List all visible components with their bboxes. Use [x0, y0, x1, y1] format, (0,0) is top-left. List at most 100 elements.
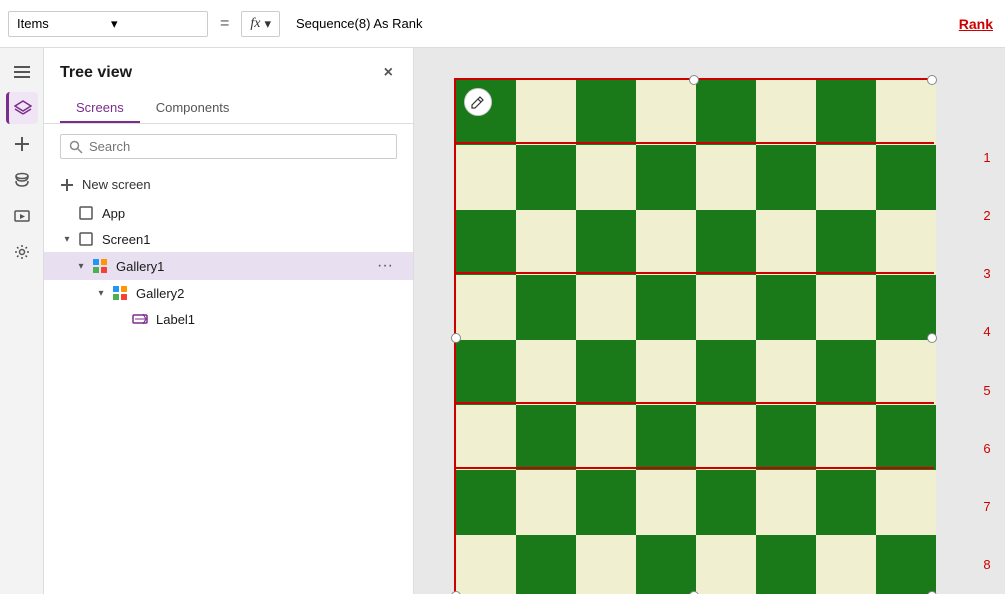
cell-2-5	[756, 210, 816, 275]
row-border-3	[454, 272, 934, 274]
cell-2-3	[636, 210, 696, 275]
tree-close-button[interactable]: ×	[380, 60, 397, 86]
cell-1-2	[576, 145, 636, 210]
cell-3-2	[576, 275, 636, 340]
cell-1-0	[456, 145, 516, 210]
gallery2-label: Gallery2	[136, 286, 397, 301]
add-button[interactable]	[6, 128, 38, 160]
gallery2-icon	[112, 285, 128, 301]
settings-button[interactable]	[6, 236, 38, 268]
cell-1-5	[756, 145, 816, 210]
toolbar: Items ▾ = fx ▾ Sequence(8) As Rank Rank	[0, 0, 1005, 48]
cell-5-0	[456, 405, 516, 470]
cell-6-0	[456, 470, 516, 535]
screen1-label: Screen1	[102, 232, 397, 247]
icon-bar	[0, 48, 44, 594]
cell-2-2	[576, 210, 636, 275]
handle-top-center[interactable]	[689, 75, 699, 85]
rank-column: 12345678	[969, 48, 1005, 594]
cell-7-0	[456, 535, 516, 594]
cell-7-5	[756, 535, 816, 594]
cell-7-3	[636, 535, 696, 594]
outer-gallery-border	[454, 78, 934, 594]
handle-top-right[interactable]	[927, 75, 937, 85]
cell-5-4	[696, 405, 756, 470]
chevron-down-icon: ▾	[111, 16, 199, 32]
edit-icon-button[interactable]	[464, 88, 492, 116]
cell-6-4	[696, 470, 756, 535]
rank-number-7: 7	[969, 478, 1005, 536]
cell-1-6	[816, 145, 876, 210]
hamburger-menu-button[interactable]	[6, 56, 38, 88]
cell-3-0	[456, 275, 516, 340]
plus-icon	[14, 136, 30, 152]
handle-mid-right[interactable]	[927, 333, 937, 343]
rank-number-2: 2	[969, 186, 1005, 244]
layers-icon	[14, 99, 32, 117]
media-icon	[14, 208, 30, 224]
screen1-chevron-icon: ▾	[60, 234, 74, 245]
tree-item-screen1[interactable]: ▾ Screen1	[44, 226, 413, 252]
screen-icon	[78, 231, 94, 247]
equals-symbol: =	[216, 15, 233, 33]
checkerboard-wrapper	[454, 78, 934, 594]
tree-item-label1[interactable]: Label1	[44, 306, 413, 332]
tree-tabs: Screens Components	[44, 94, 413, 124]
cell-1-1	[516, 145, 576, 210]
tree-items: App ▾ Screen1 ▾ Gallery1	[44, 200, 413, 594]
tab-components[interactable]: Components	[140, 94, 246, 123]
rank-number-3: 3	[969, 245, 1005, 303]
new-screen-button[interactable]: New screen	[44, 169, 413, 200]
cell-1-3	[636, 145, 696, 210]
cell-3-4	[696, 275, 756, 340]
cell-4-7	[876, 340, 936, 405]
cell-4-2	[576, 340, 636, 405]
cell-6-3	[636, 470, 696, 535]
cell-6-6	[816, 470, 876, 535]
media-button[interactable]	[6, 200, 38, 232]
handle-mid-left[interactable]	[451, 333, 461, 343]
gallery2-chevron-icon: ▾	[94, 288, 108, 299]
cell-4-5	[756, 340, 816, 405]
fx-icon: fx	[250, 16, 260, 32]
rank-top-label: Rank	[959, 16, 997, 32]
cell-2-0	[456, 210, 516, 275]
search-input[interactable]	[89, 139, 388, 154]
rank-number-8: 8	[969, 536, 1005, 594]
items-dropdown-label: Items	[17, 16, 105, 31]
cell-3-6	[816, 275, 876, 340]
items-dropdown[interactable]: Items ▾	[8, 11, 208, 37]
rank-number-6: 6	[969, 419, 1005, 477]
tree-title: Tree view	[60, 64, 380, 82]
cell-7-4	[696, 535, 756, 594]
tree-item-gallery1[interactable]: ▾ Gallery1 ···	[44, 252, 413, 280]
app-icon	[78, 205, 94, 221]
cell-0-7	[876, 80, 936, 145]
gallery1-icon	[92, 258, 108, 274]
gallery1-chevron-icon: ▾	[74, 261, 88, 272]
cell-1-4	[696, 145, 756, 210]
cell-6-2	[576, 470, 636, 535]
cell-5-7	[876, 405, 936, 470]
cell-3-3	[636, 275, 696, 340]
row-border-5	[454, 402, 934, 404]
canvas-area: 12345678	[414, 48, 1005, 594]
cell-0-5	[756, 80, 816, 145]
tab-screens[interactable]: Screens	[60, 94, 140, 123]
tree-item-app[interactable]: App	[44, 200, 413, 226]
cell-0-6	[816, 80, 876, 145]
data-button[interactable]	[6, 164, 38, 196]
fx-button[interactable]: fx ▾	[241, 11, 280, 37]
cell-4-0	[456, 340, 516, 405]
add-screen-icon	[60, 178, 74, 192]
app-label: App	[102, 206, 397, 221]
cell-2-6	[816, 210, 876, 275]
gallery1-more-button[interactable]: ···	[373, 257, 397, 275]
cell-3-5	[756, 275, 816, 340]
tree-item-gallery2[interactable]: ▾ Gallery2	[44, 280, 413, 306]
cell-6-5	[756, 470, 816, 535]
row-border-2	[454, 142, 934, 144]
formula-bar[interactable]: Sequence(8) As Rank	[288, 16, 951, 31]
layers-button[interactable]	[6, 92, 38, 124]
gallery1-label: Gallery1	[116, 259, 369, 274]
